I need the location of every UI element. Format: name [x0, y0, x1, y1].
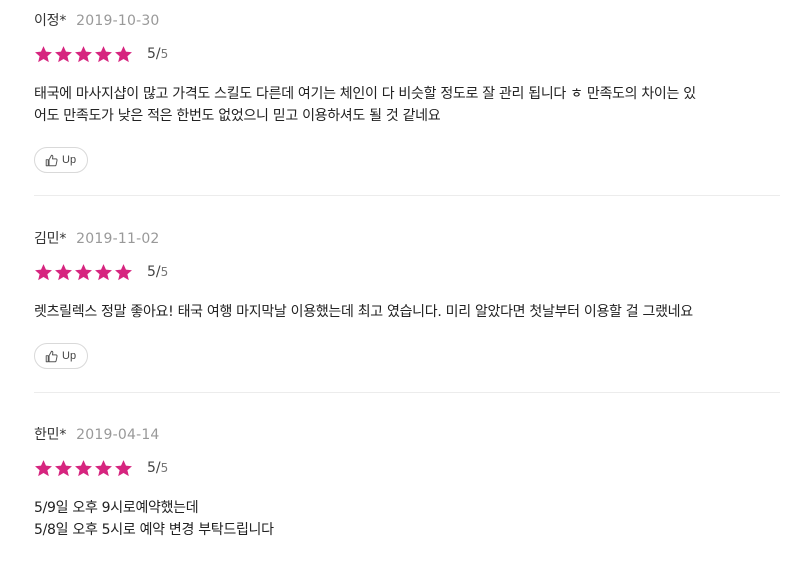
rating-score: 5/5: [147, 264, 168, 280]
star-icon: [115, 459, 132, 476]
rating-score-value: 5/: [147, 460, 161, 476]
star-icon: [35, 459, 52, 476]
star-icon: [75, 263, 92, 280]
star-icon: [55, 45, 72, 62]
rating-score-value: 5/: [147, 46, 161, 62]
review-text: 렛츠릴렉스 정말 좋아요! 태국 여행 마지막날 이용했는데 최고 였습니다. …: [34, 304, 693, 320]
star-icon: [115, 263, 132, 280]
rating-score-max: 5: [160, 265, 169, 279]
rating-score-value: 5/: [147, 264, 161, 280]
up-vote-button[interactable]: Up: [34, 343, 89, 369]
rating-score-max: 5: [160, 461, 169, 475]
reviewer-name: 이정*: [34, 13, 67, 29]
review-item: 한민* 2019-04-14 5/5 5/9일 오후 9시로예약했는데 5/8일…: [34, 393, 780, 541]
review-date: 2019-04-14: [76, 427, 160, 443]
review-header: 김민* 2019-11-02: [34, 228, 780, 248]
star-icon: [95, 459, 112, 476]
rating-score-max: 5: [160, 47, 169, 61]
up-vote-label: Up: [62, 350, 77, 362]
up-vote-button[interactable]: Up: [34, 147, 89, 173]
star-rating: [34, 45, 133, 64]
reviewer-name: 김민*: [34, 231, 67, 247]
rating-row: 5/5: [34, 42, 780, 66]
review-list: 이정* 2019-10-30 5/5 태국에 마사지샵이 많고 가격도 스킬도 …: [34, 0, 780, 541]
reviewer-name: 한민*: [34, 427, 67, 443]
star-icon: [75, 459, 92, 476]
up-vote-label: Up: [62, 154, 77, 166]
rating-row: 5/5: [34, 260, 780, 284]
review-item: 김민* 2019-11-02 5/5 렛츠릴렉스 정말 좋아요! 태국 여행 마…: [34, 196, 780, 393]
star-icon: [115, 45, 132, 62]
star-icon: [75, 45, 92, 62]
thumbs-up-icon: [45, 350, 58, 362]
review-item: 이정* 2019-10-30 5/5 태국에 마사지샵이 많고 가격도 스킬도 …: [34, 0, 780, 196]
star-icon: [55, 263, 72, 280]
thumbs-up-icon: [45, 154, 58, 166]
star-icon: [55, 459, 72, 476]
rating-score: 5/5: [147, 46, 168, 62]
review-date: 2019-11-02: [76, 231, 160, 247]
review-text: 태국에 마사지샵이 많고 가격도 스킬도 다른데 여기는 체인이 다 비슷할 정…: [34, 86, 696, 124]
review-header: 이정* 2019-10-30: [34, 10, 780, 30]
star-rating: [34, 459, 133, 478]
review-header: 한민* 2019-04-14: [34, 424, 780, 444]
star-icon: [35, 45, 52, 62]
star-icon: [95, 45, 112, 62]
star-icon: [95, 263, 112, 280]
star-rating: [34, 263, 133, 282]
rating-row: 5/5: [34, 456, 780, 480]
review-text: 5/9일 오후 9시로예약했는데 5/8일 오후 5시로 예약 변경 부탁드립니…: [34, 500, 274, 538]
rating-score: 5/5: [147, 460, 168, 476]
review-date: 2019-10-30: [76, 13, 160, 29]
star-icon: [35, 263, 52, 280]
